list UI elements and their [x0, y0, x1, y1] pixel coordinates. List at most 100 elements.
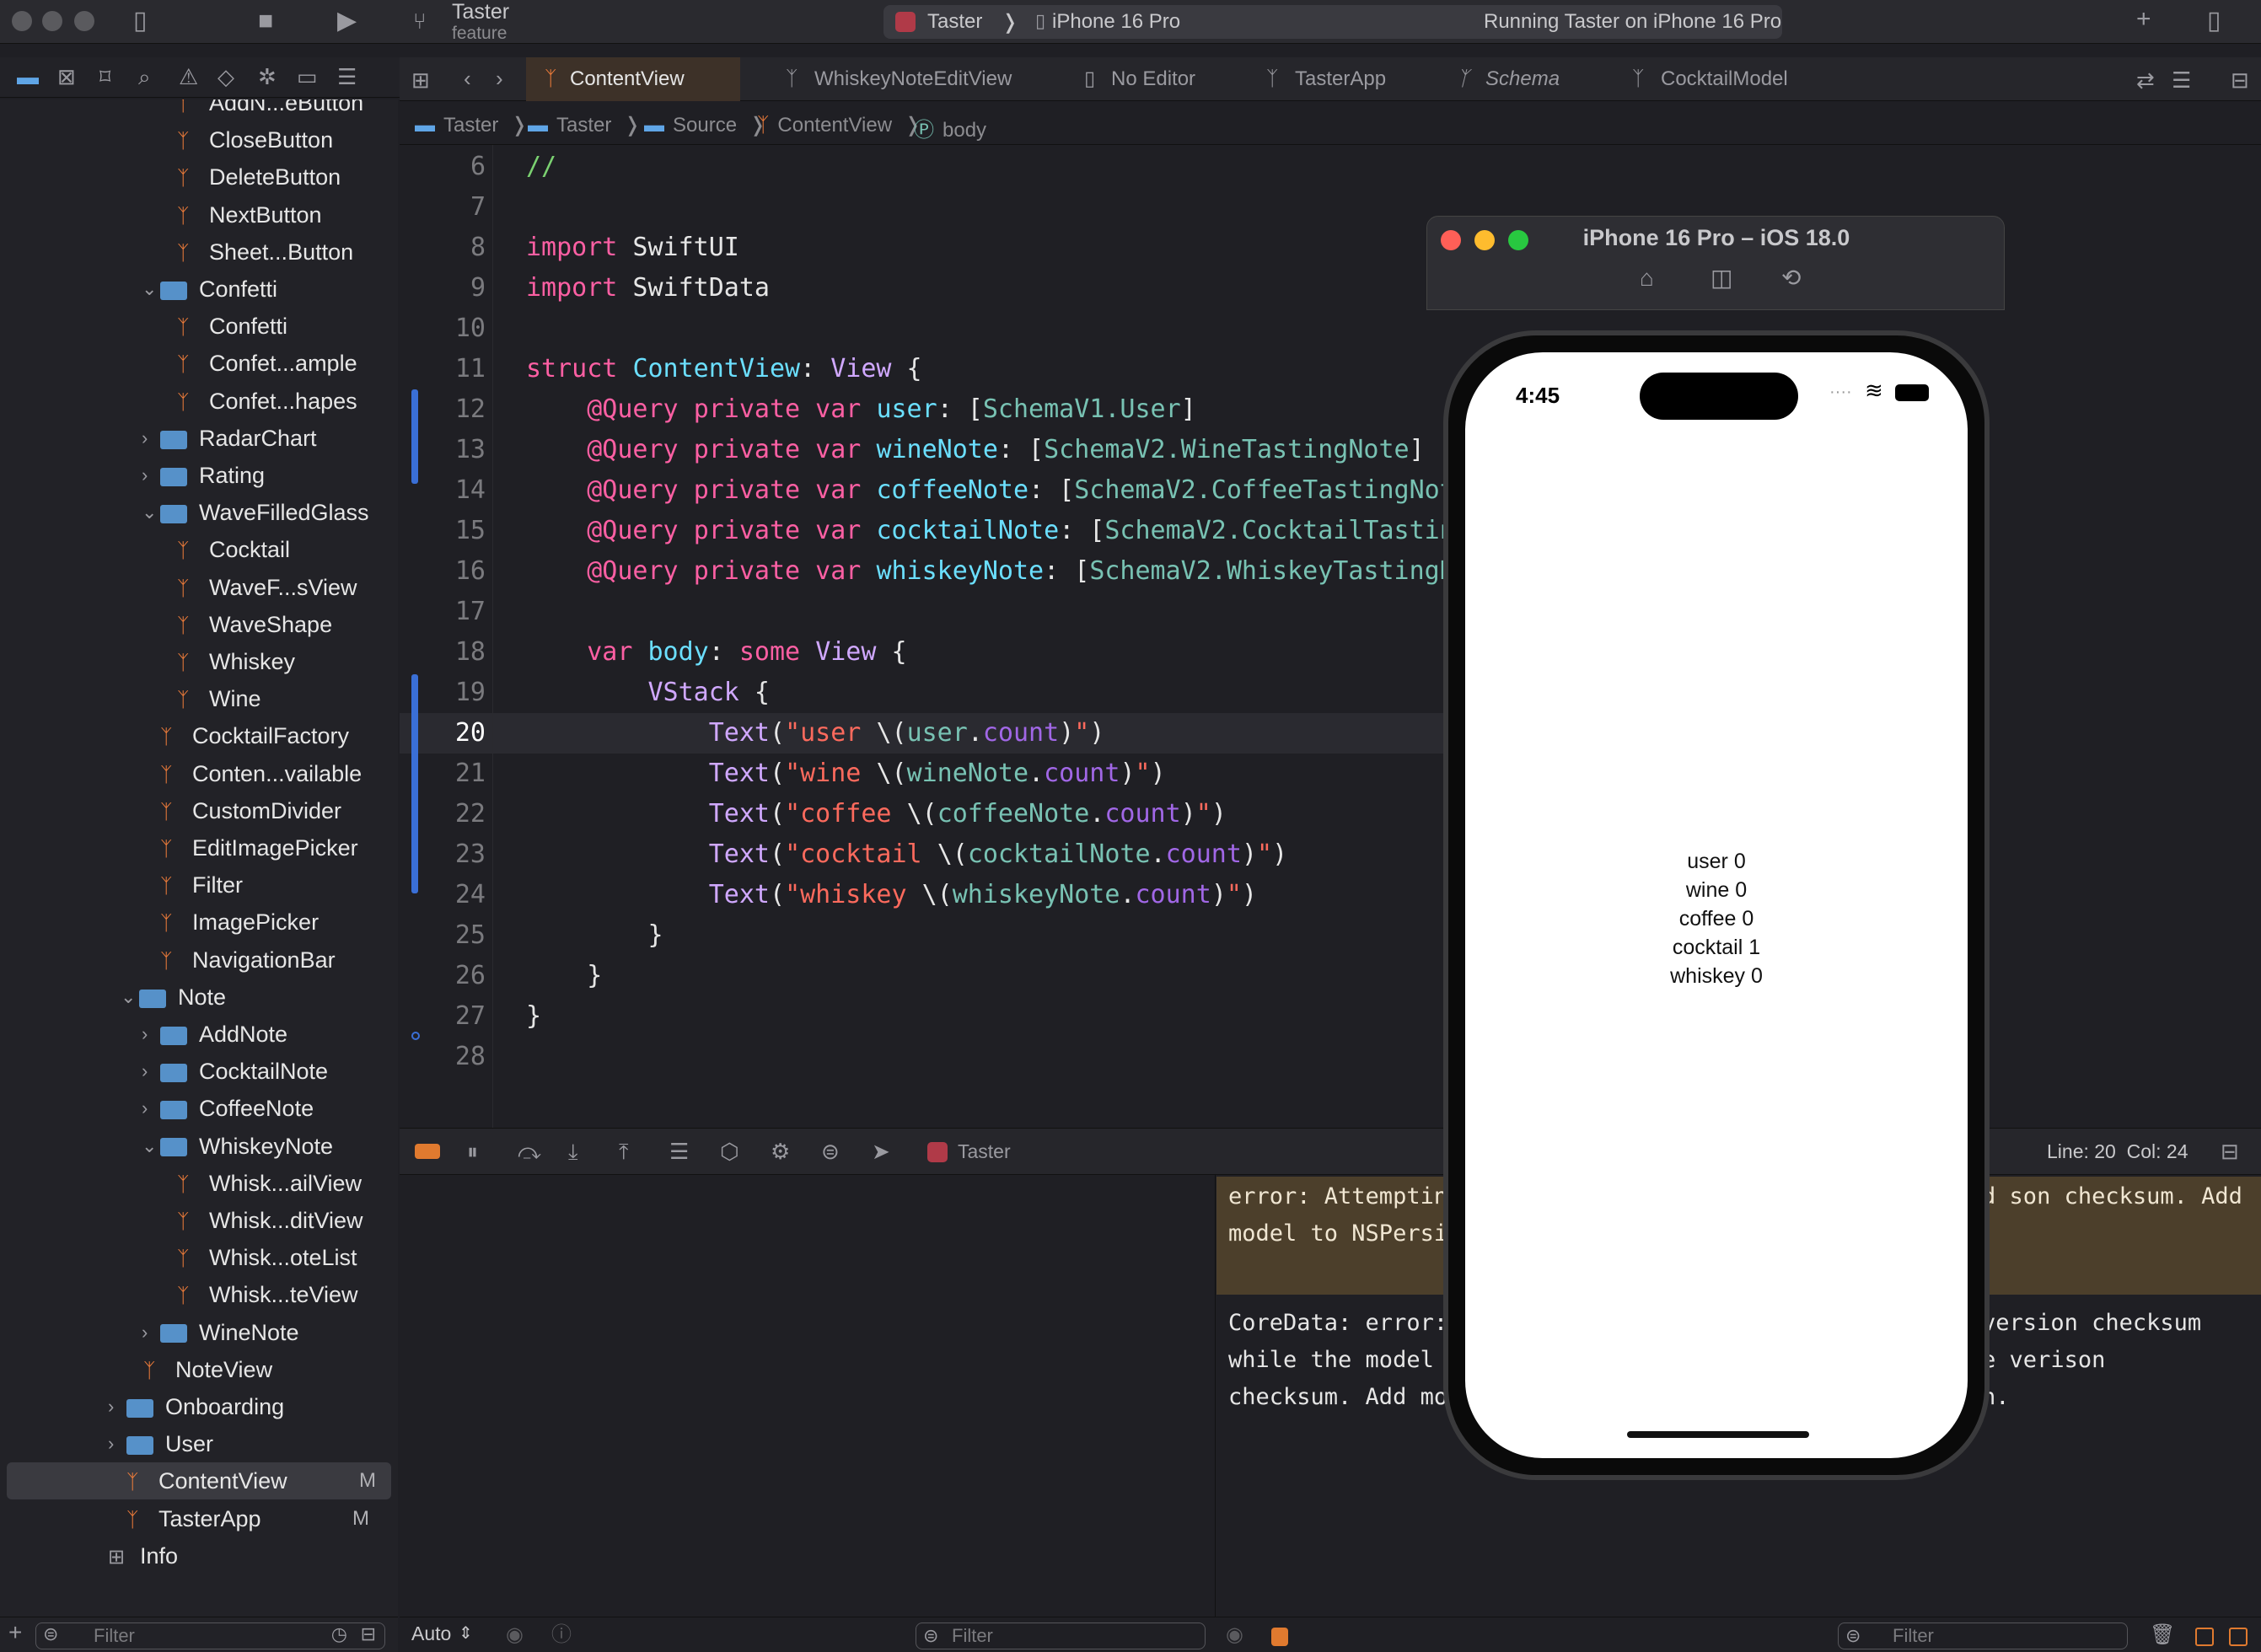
sidebar-item-imagepicker[interactable]: ᛉ ImagePicker	[0, 904, 384, 941]
sidebar-item-sheet-button[interactable]: ᛉ Sheet...Button	[0, 233, 384, 271]
sidebar-toggle-icon[interactable]: ▯	[133, 8, 148, 34]
sidebar-item-tasterapp[interactable]: ᛉ TasterApp M	[0, 1500, 384, 1537]
auto-selector[interactable]: Auto	[411, 1622, 451, 1645]
close-window-button[interactable]	[12, 11, 32, 31]
line-number[interactable]: 12	[400, 394, 486, 424]
line-number[interactable]: 27	[400, 1001, 486, 1031]
line-number[interactable]: 6	[400, 152, 486, 181]
related-items-icon[interactable]: ⊞	[411, 67, 430, 93]
sidebar-item-cocktailfactory[interactable]: ᛉ CocktailFactory	[0, 717, 384, 754]
destination-selector[interactable]: iPhone 16 Pro	[1045, 10, 1180, 34]
sidebar-item-closebutton[interactable]: ᛉ CloseButton	[0, 121, 384, 158]
sidebar-item-addnote[interactable]: › AddNote	[0, 1016, 384, 1053]
variables-filter-input[interactable]: ⊜ Filter	[916, 1622, 1206, 1649]
sidebar-item-whiskeynote[interactable]: ⌄ WhiskeyNote	[0, 1128, 384, 1165]
sidebar-item-wavefilledglass[interactable]: ⌄ WaveFilledGlass	[0, 494, 384, 531]
sidebar-item-rating[interactable]: › Rating	[0, 457, 384, 494]
breadcrumb-item[interactable]: ▬ Taster ❭	[528, 113, 641, 137]
variables-view-toggle-icon[interactable]	[2195, 1628, 2214, 1646]
sidebar-item-radarchart[interactable]: › RadarChart	[0, 420, 384, 457]
pause-icon[interactable]: ⏸	[467, 1139, 478, 1164]
sidebar-item-whiskey[interactable]: ᛉ Whiskey	[0, 643, 384, 680]
breadcrumb-item[interactable]: Ⓟbody	[914, 113, 986, 142]
sidebar-item-confet-ample[interactable]: ᛉ Confet...ample	[0, 345, 384, 382]
hide-debug-area-icon[interactable]: ⊟	[2221, 1139, 2239, 1164]
sidebar-item-cocktailnote[interactable]: › CocktailNote	[0, 1053, 384, 1090]
sidebar-item-whisk-ditview[interactable]: ᛉ Whisk...ditView	[0, 1202, 384, 1239]
sidebar-item-coffeenote[interactable]: › CoffeeNote	[0, 1090, 384, 1127]
eye-icon[interactable]: ◉	[506, 1622, 524, 1648]
sidebar-item-nextbutton[interactable]: ᛉ NextButton	[0, 196, 384, 233]
forward-icon[interactable]: ›	[496, 66, 503, 91]
tab-schema[interactable]: ᛉ Schema	[1453, 57, 1588, 101]
line-number[interactable]: 25	[400, 920, 486, 950]
simulate-location-icon[interactable]: ⊜	[821, 1139, 840, 1164]
sidebar-item-info[interactable]: ⊞ Info	[0, 1537, 384, 1574]
navigator-filter-input[interactable]: ⊜ Filter ◷ ⊟	[35, 1622, 385, 1649]
line-number[interactable]: 26	[400, 961, 486, 990]
sidebar-item-whisk-otelist[interactable]: ᛉ Whisk...oteList	[0, 1239, 384, 1276]
sidebar-item-customdivider[interactable]: ᛉ CustomDivider	[0, 792, 384, 829]
line-number[interactable]: 18	[400, 637, 486, 667]
report-icon[interactable]: ☰	[337, 64, 357, 89]
chevron-down-icon[interactable]: ⌄	[121, 979, 137, 1016]
chevron-right-icon[interactable]: ›	[142, 457, 158, 494]
scheme-selector[interactable]: Taster	[927, 10, 982, 34]
eye-icon[interactable]: ◉	[1226, 1622, 1243, 1648]
sidebar-item-cocktail[interactable]: ᛉ Cocktail	[0, 531, 384, 568]
bookmark-icon[interactable]: ⌑	[99, 64, 110, 89]
breakpoint-icon[interactable]: ▭	[297, 64, 318, 89]
info-icon[interactable]: ⓘ	[551, 1622, 572, 1648]
sidebar-item-wine[interactable]: ᛉ Wine	[0, 680, 384, 717]
sidebar-item-deletebutton[interactable]: ᛉ DeleteButton	[0, 158, 384, 196]
back-icon[interactable]: ‹	[464, 66, 471, 91]
view-hierarchy-icon[interactable]: ☰	[669, 1139, 689, 1164]
breadcrumb-item[interactable]: ▬ Taster ❭	[415, 113, 528, 137]
chevron-right-icon[interactable]: ›	[142, 1053, 158, 1090]
sidebar-item-noteview[interactable]: ᛉ NoteView	[0, 1351, 384, 1388]
warning-icon[interactable]: ⚠	[179, 64, 198, 89]
sidebar-item-addn-ebutton[interactable]: ᛉ AddN...eButton	[0, 99, 384, 121]
line-number[interactable]: 8	[400, 233, 486, 262]
line-number[interactable]: 23	[400, 839, 486, 869]
sidebar-item-editimagepicker[interactable]: ᛉ EditImagePicker	[0, 829, 384, 866]
chevron-right-icon[interactable]: ›	[108, 1425, 125, 1462]
environment-icon[interactable]: ⚙	[771, 1139, 790, 1164]
sidebar-item-winenote[interactable]: › WineNote	[0, 1314, 384, 1351]
rotate-icon[interactable]: ⟲	[1781, 266, 1801, 291]
sidebar-item-contentview[interactable]: ᛉ ContentView M	[7, 1462, 391, 1500]
location-icon[interactable]: ➤	[872, 1139, 890, 1164]
step-in-icon[interactable]: ⤓	[568, 1139, 578, 1164]
console-view-toggle-icon[interactable]	[2229, 1628, 2248, 1646]
line-number[interactable]: 28	[400, 1042, 486, 1071]
sidebar-item-conten-vailable[interactable]: ᛉ Conten...vailable	[0, 755, 384, 792]
device-screen[interactable]: 4:45 ···· ≋ user 0 wine 0 coffee 0 cockt…	[1465, 352, 1968, 1458]
line-number[interactable]: 21	[400, 759, 486, 788]
line-number[interactable]: 13	[400, 435, 486, 464]
breadcrumb-item[interactable]: ▬ Source ❭	[644, 113, 766, 137]
line-number[interactable]: 22	[400, 799, 486, 829]
trash-icon[interactable]: 🗑	[2150, 1622, 2175, 1648]
line-number[interactable]: 14	[400, 475, 486, 505]
breakpoints-toggle-icon[interactable]	[415, 1144, 440, 1159]
variables-view[interactable]	[400, 1175, 1216, 1617]
console-filter-input[interactable]: ⊜ Filter	[1838, 1622, 2128, 1649]
sidebar-item-whisk-teview[interactable]: ᛉ Whisk...teView	[0, 1276, 384, 1313]
sidebar-item-confetti[interactable]: ⌄ Confetti	[0, 271, 384, 308]
recent-files-icon[interactable]: ◷	[331, 1623, 347, 1645]
chevron-right-icon[interactable]: ›	[108, 1388, 125, 1425]
folder-icon[interactable]: ▬	[17, 64, 39, 89]
line-number[interactable]: 19	[400, 678, 486, 707]
line-number[interactable]: 7	[400, 192, 486, 222]
tab-tasterapp[interactable]: ᛉ TasterApp	[1263, 57, 1431, 101]
sidebar-item-user[interactable]: › User	[0, 1425, 384, 1462]
add-icon[interactable]: +	[2136, 7, 2151, 32]
step-out-icon[interactable]: ⤒	[619, 1139, 629, 1164]
sidebar-item-confet-hapes[interactable]: ᛉ Confet...hapes	[0, 383, 384, 420]
line-number[interactable]: 24	[400, 880, 486, 909]
sidebar-item-onboarding[interactable]: › Onboarding	[0, 1388, 384, 1425]
memory-graph-icon[interactable]: ⬡	[720, 1139, 739, 1164]
home-indicator[interactable]	[1627, 1431, 1809, 1438]
sidebar-item-whisk-ailview[interactable]: ᛉ Whisk...ailView	[0, 1165, 384, 1202]
screenshot-icon[interactable]: ◫	[1711, 266, 1732, 291]
